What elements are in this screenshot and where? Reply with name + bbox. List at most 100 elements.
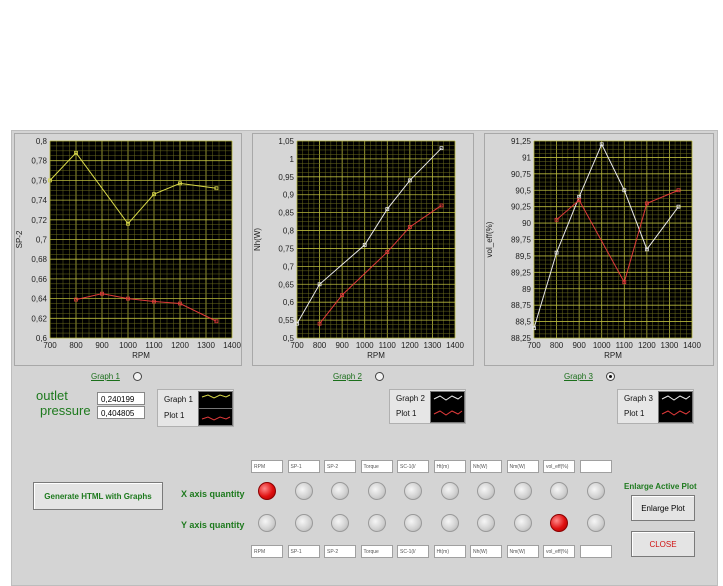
- y-quantity-radio[interactable]: [404, 514, 422, 532]
- y-quantity-radio[interactable]: [258, 514, 276, 532]
- y-tick-label: 0,9: [283, 191, 295, 200]
- enlarge-plot-button[interactable]: Enlarge Plot: [631, 495, 695, 521]
- legend-graph-name: Graph 1: [164, 395, 193, 404]
- graph-1-chart: 700 800 900 1000 1100 1200 1300 14000,60,620,64…: [15, 137, 241, 360]
- quantity-name-box: SC-1(l/: [397, 545, 429, 558]
- x-quantity-radio[interactable]: [550, 482, 568, 500]
- y-tick-label: 91: [522, 153, 531, 162]
- y-axis-quantity-label: Y axis quantity: [181, 520, 245, 530]
- graph-2-tab-label[interactable]: Graph 2: [333, 372, 362, 381]
- x-tick-label: 1200: [171, 341, 189, 350]
- y-quantity-radio[interactable]: [477, 514, 495, 532]
- legend-swatch-yellow: [198, 391, 233, 409]
- y-tick-label: 0,95: [278, 173, 294, 182]
- y-quantity-radio[interactable]: [440, 514, 459, 532]
- quantity-name-box: SC-1(l/: [397, 460, 429, 473]
- graph-3-tab-label[interactable]: Graph 3: [564, 372, 593, 381]
- quantity-name-box: RPM: [251, 460, 283, 473]
- x-tick-label: 800: [69, 341, 83, 350]
- y-tick-label: 0,64: [31, 295, 47, 304]
- y-tick-label: 0,8: [283, 227, 295, 236]
- x-axis-label: RPM: [132, 351, 150, 360]
- outlet-label-line1: outlet: [36, 388, 68, 403]
- x-axis-label: RPM: [604, 351, 622, 360]
- y-quantity-radio[interactable]: [586, 514, 605, 532]
- y-tick-label: 0,74: [31, 196, 47, 205]
- y-tick-label: 0,68: [31, 255, 47, 264]
- graph-2-legend: Graph 2 Plot 1: [389, 389, 466, 424]
- graph-1-tab-label[interactable]: Graph 1: [91, 372, 120, 381]
- y-axis-label: SP-2: [15, 230, 24, 248]
- legend-swatch: [430, 391, 465, 423]
- graph-2-radio[interactable]: [375, 372, 384, 381]
- graph-3-chart: 700 800 900 1000 1100 1200 1300 140088,2588,588…: [485, 137, 701, 360]
- y-tick-label: 91,25: [511, 137, 532, 146]
- y-tick-label: 90,5: [515, 186, 531, 195]
- y-tick-label: 0,75: [278, 244, 294, 253]
- y-tick-label: 0,85: [278, 209, 294, 218]
- x-quantity-radio[interactable]: [586, 482, 605, 500]
- quantity-name-box: Torque: [360, 545, 393, 558]
- x-axis-label: RPM: [367, 351, 385, 360]
- quantity-name-box: Nh(W): [470, 460, 502, 473]
- graph-1-radio[interactable]: [133, 372, 142, 381]
- x-quantity-radio[interactable]: [440, 482, 459, 500]
- x-tick-label: 1300: [661, 341, 679, 350]
- x-tick-label: 900: [95, 341, 109, 350]
- close-button[interactable]: CLOSE: [631, 531, 695, 557]
- y-tick-label: 0,6: [36, 334, 48, 343]
- x-tick-label: 800: [550, 341, 564, 350]
- y-axis-label: Nh(W): [253, 228, 262, 251]
- y-tick-label: 1: [290, 155, 295, 164]
- legend-swatch-red: [198, 408, 233, 426]
- y-tick-label: 0,6: [283, 298, 295, 307]
- graph-2-panel: 700 800 900 1000 1100 1200 1300 1400 0,5 0,55 0,6 0…: [252, 133, 474, 366]
- y-tick-label: 1,05: [278, 137, 294, 146]
- legend-graph-name: Graph 2: [396, 394, 425, 403]
- y-tick-label: 0,72: [31, 216, 47, 225]
- quantity-name-box: Nh(W): [470, 545, 502, 558]
- y-tick-label: 88,25: [511, 334, 532, 343]
- legend-plot-name: Plot 1: [164, 411, 185, 420]
- y-axis-label: vol_eff(%): [485, 221, 494, 257]
- outlet-value-2: 0,404805: [97, 406, 145, 419]
- x-tick-label: 900: [335, 341, 349, 350]
- y-tick-label: 89,5: [515, 252, 531, 261]
- graph-3-radio[interactable]: [606, 372, 615, 381]
- legend-plot-name: Plot 1: [624, 409, 645, 418]
- x-quantity-radio[interactable]: [404, 482, 422, 500]
- x-quantity-radio[interactable]: [513, 482, 532, 500]
- y-tick-label: 88,5: [515, 318, 531, 327]
- x-quantity-radio[interactable]: [477, 482, 495, 500]
- y-quantity-radio[interactable]: [331, 514, 349, 532]
- x-quantity-radio[interactable]: [367, 482, 386, 500]
- quantity-name-box: Ht(m): [433, 545, 466, 558]
- x-quantity-radio[interactable]: [258, 482, 276, 500]
- quantity-name-box: Nm(W): [506, 460, 539, 473]
- y-quantity-radio[interactable]: [367, 514, 386, 532]
- x-quantity-radio[interactable]: [294, 482, 313, 500]
- x-axis-quantity-label: X axis quantity: [181, 489, 245, 499]
- x-quantity-radio[interactable]: [331, 482, 349, 500]
- quantity-name-box: SP-2: [324, 460, 356, 473]
- x-tick-label: 1300: [424, 341, 442, 350]
- y-quantity-radio[interactable]: [513, 514, 532, 532]
- y-tick-label: 0,55: [278, 316, 294, 325]
- y-tick-label: 89: [522, 285, 531, 294]
- x-tick-label: 1000: [356, 341, 374, 350]
- graph-2-chart: 700 800 900 1000 1100 1200 1300 14000,50,550,60…: [253, 137, 464, 360]
- y-quantity-radio[interactable]: [294, 514, 313, 532]
- quantity-name-box: vol_eff(%): [543, 545, 575, 558]
- legend-plot-name: Plot 1: [396, 409, 417, 418]
- y-tick-label: 0,66: [31, 275, 47, 284]
- quantity-name-box: SP-1: [287, 545, 320, 558]
- graph-1-panel: 700 800 900 1000 1100 1200 1300 1400 0,6 0,62 0,64…: [14, 133, 242, 366]
- y-tick-label: 0,7: [283, 262, 295, 271]
- y-tick-label: 90,75: [511, 170, 532, 179]
- legend-swatch: [658, 391, 693, 423]
- x-tick-label: 1000: [119, 341, 137, 350]
- graph-1-legend: Graph 1 Plot 1: [157, 389, 234, 427]
- generate-html-button[interactable]: Generate HTML with Graphs: [33, 482, 163, 510]
- y-quantity-radio[interactable]: [550, 514, 568, 532]
- y-tick-label: 0,78: [31, 157, 47, 166]
